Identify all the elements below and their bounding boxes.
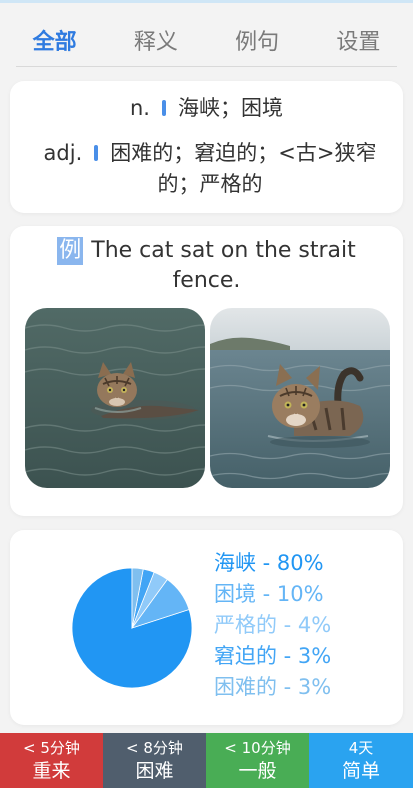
good-interval: < 10分钟 <box>224 738 291 757</box>
tab-all[interactable]: 全部 <box>10 24 100 56</box>
review-button-bar: < 5分钟 重来 < 8分钟 困难 < 10分钟 一般 4天 简单 <box>0 733 413 788</box>
tab-bar: 全部 释义 例句 设置 <box>0 14 413 66</box>
tab-definitions[interactable]: 释义 <box>111 24 201 56</box>
hard-button[interactable]: < 8分钟 困难 <box>103 733 206 788</box>
top-accent-line <box>0 0 413 3</box>
legend-item: 窘迫的 - 3% <box>214 644 332 668</box>
pie-legend: 海峡 - 80% 困境 - 10% 严格的 - 4% 窘迫的 - 3% 困难的 - 3% <box>214 548 331 703</box>
easy-interval: 4天 <box>348 738 374 757</box>
definition-row: n. 海峡；困境 <box>10 93 403 124</box>
tab-examples[interactable]: 例句 <box>212 24 302 56</box>
part-of-speech: n. <box>130 96 150 120</box>
legend-item: 严格的 - 4% <box>214 613 332 637</box>
again-button[interactable]: < 5分钟 重来 <box>0 733 103 788</box>
again-label: 重来 <box>32 759 71 782</box>
tab-settings[interactable]: 设置 <box>313 24 403 56</box>
example-badge: 例 <box>57 237 84 265</box>
part-of-speech: adj. <box>43 141 83 165</box>
hard-label: 困难 <box>135 759 174 782</box>
example-image-cat-swimming[interactable] <box>25 308 205 488</box>
frequency-card: 海峡 - 80% 困境 - 10% 严格的 - 4% 窘迫的 - 3% 困难的 - 3% <box>10 530 403 725</box>
example-text: The cat sat on the strait fence. <box>91 238 356 293</box>
easy-button[interactable]: 4天 简单 <box>309 733 413 788</box>
legend-item: 海峡 - 80% <box>214 551 324 575</box>
good-button[interactable]: < 10分钟 一般 <box>206 733 309 788</box>
good-label: 一般 <box>238 759 277 782</box>
tab-divider <box>16 66 397 67</box>
legend-item: 困难的 - 3% <box>214 675 332 699</box>
hard-interval: < 8分钟 <box>126 738 183 757</box>
meaning-frequency-pie-chart <box>71 567 193 689</box>
example-card: 例 The cat sat on the strait fence. <box>10 226 403 516</box>
definition-marker <box>94 145 99 161</box>
easy-label: 简单 <box>341 759 380 782</box>
legend-item: 困境 - 10% <box>214 582 324 606</box>
definitions-card: n. 海峡；困境 adj. 困难的；窘迫的；<古>狭窄的；严格的 <box>10 81 403 213</box>
example-sentence: 例 The cat sat on the strait fence. <box>30 236 383 296</box>
definition-row: adj. 困难的；窘迫的；<古>狭窄的；严格的 <box>30 138 390 200</box>
definition-text: 困难的；窘迫的；<古>狭窄的；严格的 <box>110 141 377 196</box>
again-interval: < 5分钟 <box>23 738 80 757</box>
definition-text: 海峡；困境 <box>178 96 283 120</box>
example-image-cat-sea[interactable] <box>210 308 390 488</box>
definition-marker <box>162 100 166 116</box>
